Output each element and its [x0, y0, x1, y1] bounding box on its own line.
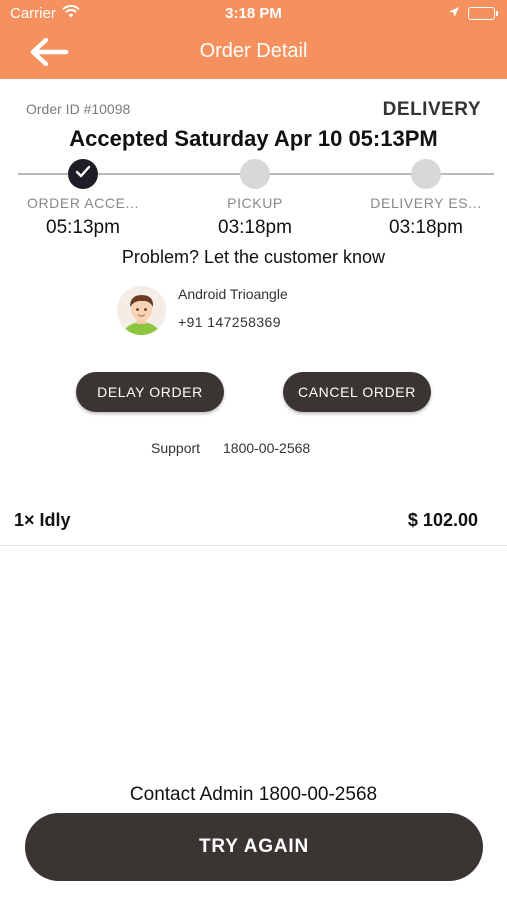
- order-id: Order ID #10098: [26, 101, 131, 117]
- order-type-badge: DELIVERY: [382, 99, 481, 120]
- step-label-delivery: DELIVERY ES...: [370, 195, 482, 211]
- support-label: Support: [151, 440, 201, 456]
- location-arrow-icon: [448, 5, 460, 22]
- step-dot-pickup: [240, 159, 270, 189]
- accepted-title: Accepted Saturday Apr 10 05:13PM: [69, 126, 438, 151]
- status-right: [448, 5, 498, 22]
- item-name: 1× Idly: [14, 510, 71, 530]
- delay-order-button[interactable]: DELAY ORDER: [76, 372, 224, 412]
- contact-admin-text: Contact Admin 1800-00-2568: [129, 784, 378, 805]
- battery-icon: [468, 7, 498, 20]
- try-again-button[interactable]: TRY AGAIN: [25, 813, 483, 881]
- check-icon: [75, 165, 91, 183]
- support-phone[interactable]: 1800-00-2568: [223, 440, 310, 456]
- problem-heading: Problem? Let the customer know: [121, 247, 386, 267]
- status-bar: Carrier 3:18 PM: [0, 0, 507, 28]
- item-price: $ 102.00: [407, 510, 478, 530]
- step-label-order-accepted: ORDER ACCE...: [26, 195, 140, 211]
- status-time: 3:18 PM: [225, 5, 282, 22]
- page-title: Order Detail: [199, 40, 308, 62]
- avatar: [117, 286, 166, 335]
- step-time-pickup: 03:18pm: [218, 217, 292, 238]
- step-time-order-accepted: 05:13pm: [46, 217, 120, 238]
- step-label-pickup: PICKUP: [227, 195, 283, 211]
- step-time-delivery: 03:18pm: [389, 217, 463, 238]
- app-header: Carrier 3:18 PM Order Detail: [0, 0, 507, 79]
- step-dot-delivery: [411, 159, 441, 189]
- cancel-order-button[interactable]: CANCEL ORDER: [283, 372, 431, 412]
- customer-name: Android Trioangle: [178, 286, 288, 302]
- step-dot-order-accepted: [68, 159, 98, 189]
- customer-phone[interactable]: +91 147258369: [178, 314, 281, 330]
- list-item: 1× Idly $ 102.00: [0, 498, 507, 546]
